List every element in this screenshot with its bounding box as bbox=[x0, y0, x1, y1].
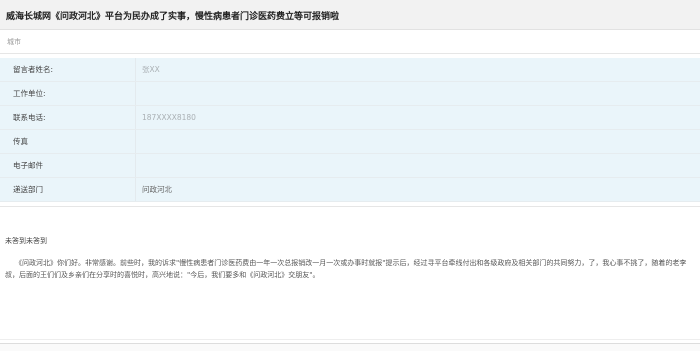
info-row-phone: 联系电话: 187XXXX8180 bbox=[0, 106, 700, 130]
title-bar: 威海长城网《问政河北》平台为民办成了实事，慢性病患者门诊医药费立等可报销啦 bbox=[0, 0, 700, 30]
page-title: 威海长城网《问政河北》平台为民办成了实事，慢性病患者门诊医药费立等可报销啦 bbox=[6, 9, 339, 22]
reply-section: 未答到未答到 《问政河北》你们好。非常感谢。前些时，我的诉求"慢性病患者门诊医药… bbox=[0, 206, 700, 351]
info-value: 问政河北 bbox=[136, 178, 700, 202]
meta-category: 城市 bbox=[7, 37, 21, 47]
reply-heading: 未答到未答到 bbox=[5, 236, 47, 246]
meta-bar: 城市 bbox=[0, 30, 700, 54]
info-row-email: 电子邮件 bbox=[0, 154, 700, 178]
info-label: 传真 bbox=[0, 130, 136, 154]
info-label: 留言者姓名: bbox=[0, 58, 136, 82]
reply-body: 《问政河北》你们好。非常感谢。前些时，我的诉求"慢性病患者门诊医药费由一年一次总… bbox=[5, 257, 695, 281]
info-label: 电子邮件 bbox=[0, 154, 136, 178]
info-label: 工作单位: bbox=[0, 82, 136, 106]
info-value bbox=[136, 82, 700, 106]
info-value: 张XX bbox=[136, 58, 700, 82]
info-row-name: 留言者姓名: 张XX bbox=[0, 58, 700, 82]
divider bbox=[0, 339, 700, 340]
info-table: 留言者姓名: 张XX 工作单位: 联系电话: 187XXXX8180 传真 电子… bbox=[0, 58, 700, 202]
info-row-workplace: 工作单位: bbox=[0, 82, 700, 106]
info-value: 187XXXX8180 bbox=[136, 106, 700, 130]
info-value bbox=[136, 130, 700, 154]
info-row-department: 递送部门 问政河北 bbox=[0, 178, 700, 202]
info-label: 联系电话: bbox=[0, 106, 136, 130]
info-value bbox=[136, 154, 700, 178]
info-row-fax: 传真 bbox=[0, 130, 700, 154]
info-label: 递送部门 bbox=[0, 178, 136, 202]
